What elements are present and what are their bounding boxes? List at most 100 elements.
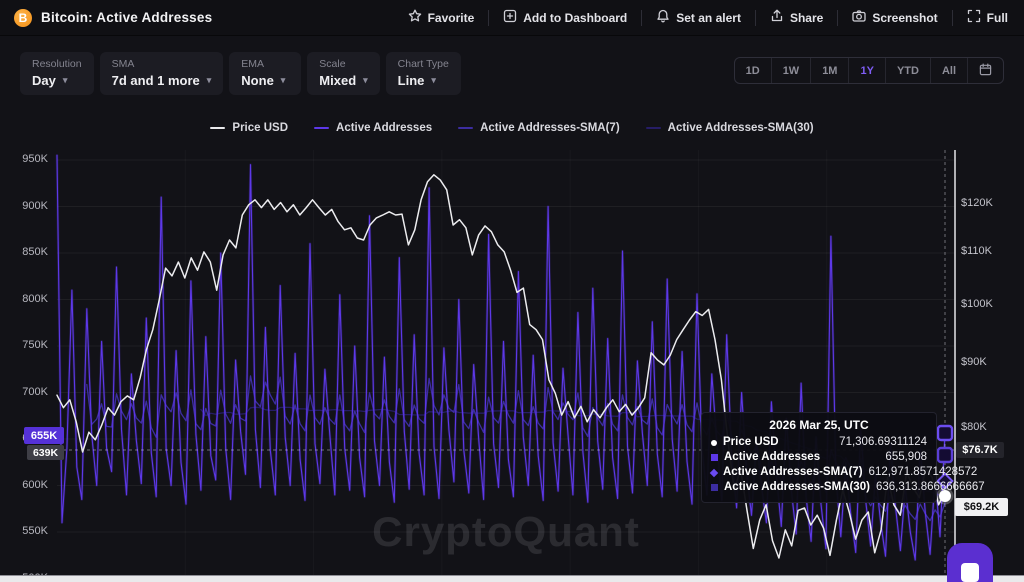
legend-label: Active Addresses <box>336 122 432 134</box>
right-axis-tick: $100K <box>961 298 993 310</box>
chart-canvas[interactable] <box>0 150 1024 575</box>
chevron-down-icon: ▾ <box>207 75 212 86</box>
app-window: B Bitcoin: Active Addresses Favorite Add … <box>0 0 1024 582</box>
chart-tooltip: 2026 Mar 25, UTC Price USD71,306.6931112… <box>701 412 937 503</box>
legend-label: Active Addresses-SMA(7) <box>480 122 620 134</box>
time-range-calendar-button[interactable] <box>967 58 1003 83</box>
time-range-ytd[interactable]: YTD <box>885 58 930 83</box>
page-title: Bitcoin: Active Addresses <box>41 10 212 25</box>
star-icon <box>408 9 422 26</box>
chart-plot-area[interactable]: CryptoQuant 950K900K850K800K750K700K650K… <box>0 150 1024 575</box>
legend-item-active-addresses-sma-7[interactable]: Active Addresses-SMA(7) <box>458 122 620 134</box>
right-axis-tick: $90K <box>961 356 987 368</box>
legend-color-dash <box>210 127 225 129</box>
left-axis-tick: 750K <box>12 339 48 351</box>
legend-label: Active Addresses-SMA(30) <box>668 122 814 134</box>
active-addresses-axis-badge: 655K <box>24 427 64 444</box>
separator <box>837 10 838 26</box>
fullscreen-icon <box>967 9 981 26</box>
left-axis-tick: 800K <box>12 293 48 305</box>
time-range-all[interactable]: All <box>930 58 967 83</box>
chevron-down-icon: ▾ <box>63 75 68 86</box>
toolbar-control-selected: Day <box>32 73 56 88</box>
separator <box>488 10 489 26</box>
header-action-add-to-dashboard[interactable]: Add to Dashboard <box>501 5 629 30</box>
time-range-1w[interactable]: 1W <box>771 58 811 83</box>
bitcoin-icon: B <box>14 9 32 27</box>
time-range-1d[interactable]: 1D <box>735 58 771 83</box>
header-action-full[interactable]: Full <box>965 5 1010 30</box>
chart-toolbar: ResolutionDay▾SMA7d and 1 more▾EMANone▾S… <box>20 52 461 95</box>
header-actions: Favorite Add to Dashboard Set an alert Shar… <box>406 5 1010 30</box>
right-axis-tick: $120K <box>961 197 993 209</box>
right-axis-tick: $80K <box>961 421 987 433</box>
toolbar-control-value: Mixed ▾ <box>319 73 367 88</box>
dashboard-add-icon <box>503 9 517 26</box>
sma30-marker <box>938 448 952 462</box>
legend-color-dash <box>646 127 661 129</box>
toolbar-control-value: None ▾ <box>241 73 289 88</box>
tooltip-date: 2026 Mar 25, UTC <box>711 418 927 432</box>
left-axis-tick: 900K <box>12 200 48 212</box>
toolbar-control-ema[interactable]: EMANone▾ <box>229 52 301 95</box>
square-marker-icon <box>711 454 718 461</box>
tooltip-series-name: Active Addresses-SMA(30) <box>724 480 870 495</box>
tooltip-row-active-addresses: Active Addresses655,908 <box>711 450 927 465</box>
tooltip-series-value: 612,971.8571428572 <box>869 465 978 480</box>
diamond-marker-icon <box>710 468 718 476</box>
toolbar-control-selected: 7d and 1 more <box>112 73 200 88</box>
toolbar-control-selected: None <box>241 73 274 88</box>
header-action-favorite[interactable]: Favorite <box>406 5 477 30</box>
toolbar-control-value: Day ▾ <box>32 73 82 88</box>
right-axis-tick: $110K <box>961 245 992 257</box>
chevron-down-icon: ▾ <box>281 75 286 86</box>
header-bar: B Bitcoin: Active Addresses Favorite Add … <box>0 0 1024 36</box>
left-axis-tick: 600K <box>12 479 48 491</box>
toolbar-control-selected: Mixed <box>319 73 356 88</box>
separator <box>952 10 953 26</box>
legend-color-dash <box>314 127 329 129</box>
toolbar-control-scale[interactable]: Scale Mixed ▾ <box>307 52 379 95</box>
header-action-label: Favorite <box>428 11 475 25</box>
legend-item-price-usd[interactable]: Price USD <box>210 122 288 134</box>
active-addresses-marker <box>938 426 952 440</box>
toolbar-control-value: 7d and 1 more ▾ <box>112 73 212 88</box>
tooltip-row-active-addresses-sma-7: Active Addresses-SMA(7)612,971.857142857… <box>711 465 927 480</box>
square-marker-icon <box>711 484 718 491</box>
share-icon <box>770 9 784 26</box>
header-action-screenshot[interactable]: Screenshot <box>850 5 939 30</box>
legend-item-active-addresses[interactable]: Active Addresses <box>314 122 432 134</box>
crosshair-left-axis-badge: 639K <box>27 445 64 460</box>
dot-marker-icon <box>711 440 717 446</box>
cryptoquant-logo <box>947 543 993 582</box>
header-action-label: Add to Dashboard <box>523 11 627 25</box>
left-axis-tick: 850K <box>12 246 48 258</box>
tooltip-row-active-addresses-sma-30: Active Addresses-SMA(30)636,313.86666666… <box>711 480 927 495</box>
camera-icon <box>852 9 866 26</box>
legend-color-dash <box>458 127 473 129</box>
time-range-1m[interactable]: 1M <box>810 58 848 83</box>
header-action-label: Full <box>987 11 1008 25</box>
bell-icon <box>656 9 670 26</box>
chevron-down-icon: ▾ <box>431 75 436 86</box>
toolbar-control-resolution[interactable]: ResolutionDay▾ <box>20 52 94 95</box>
time-range-selector: 1D1W1M1YYTDAll <box>734 57 1004 84</box>
header-action-label: Share <box>790 11 823 25</box>
toolbar-control-chart-type[interactable]: Chart TypeLine▾ <box>386 52 461 95</box>
left-axis-tick: 950K <box>12 153 48 165</box>
tooltip-row-price-usd: Price USD71,306.69311124 <box>711 435 927 450</box>
calendar-icon <box>979 63 992 79</box>
separator <box>755 10 756 26</box>
header-action-set-an-alert[interactable]: Set an alert <box>654 5 743 30</box>
toolbar-control-label: Scale <box>319 58 367 70</box>
time-range-1y[interactable]: 1Y <box>848 58 884 83</box>
toolbar-control-sma[interactable]: SMA7d and 1 more▾ <box>100 52 224 95</box>
left-axis-tick: 550K <box>12 525 48 537</box>
legend-item-active-addresses-sma-30[interactable]: Active Addresses-SMA(30) <box>646 122 814 134</box>
header-action-share[interactable]: Share <box>768 5 825 30</box>
chevron-down-icon: ▾ <box>363 75 368 86</box>
header-action-label: Screenshot <box>872 11 937 25</box>
tooltip-rows: Price USD71,306.69311124Active Addresses… <box>711 435 927 495</box>
crosshair-right-axis-badge: $76.7K <box>956 442 1004 458</box>
tooltip-series-value: 655,908 <box>885 450 927 465</box>
